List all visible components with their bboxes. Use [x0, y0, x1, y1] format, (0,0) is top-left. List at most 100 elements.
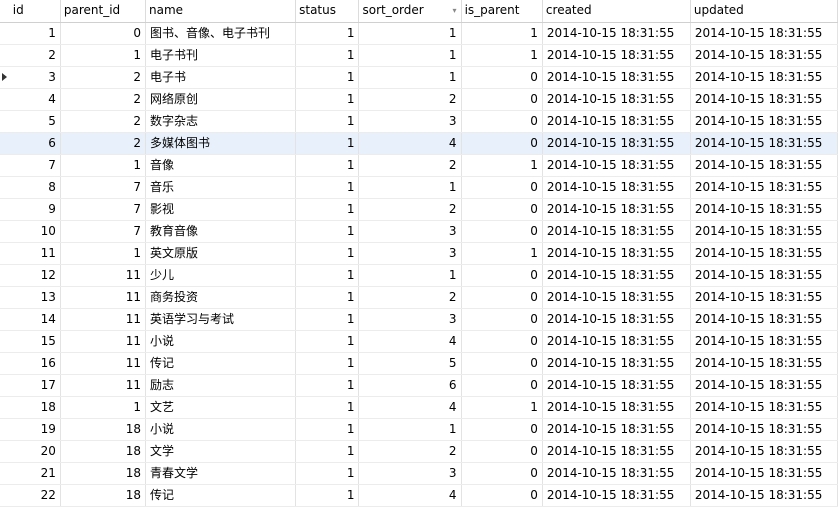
cell-sort-order[interactable]: 1: [358, 176, 462, 199]
cell-created[interactable]: 2014-10-15 18:31:55: [542, 242, 691, 265]
cell-status[interactable]: 1: [295, 88, 360, 111]
column-header-parent-id[interactable]: parent_id: [60, 0, 147, 23]
cell-id[interactable]: 3: [9, 66, 61, 89]
cell-status[interactable]: 1: [295, 154, 360, 177]
cell-is-parent[interactable]: 0: [461, 286, 543, 309]
row-marker-cell[interactable]: [0, 22, 10, 45]
cell-is-parent[interactable]: 0: [461, 220, 543, 243]
cell-id[interactable]: 7: [9, 154, 61, 177]
cell-updated[interactable]: 2014-10-15 18:31:55: [690, 44, 838, 67]
cell-is-parent[interactable]: 0: [461, 374, 543, 397]
cell-sort-order[interactable]: 2: [358, 198, 462, 221]
cell-sort-order[interactable]: 3: [358, 242, 462, 265]
cell-created[interactable]: 2014-10-15 18:31:55: [542, 374, 691, 397]
cell-id[interactable]: 10: [9, 220, 61, 243]
table-row[interactable]: 4 2 网络原创 1 2 0 2014-10-15 18:31:55 2014-10-15 1…: [0, 88, 838, 111]
cell-is-parent[interactable]: 0: [461, 352, 543, 375]
row-marker-cell[interactable]: [0, 418, 10, 441]
cell-parent-id[interactable]: 0: [60, 22, 147, 45]
cell-name[interactable]: 电子书刊: [145, 44, 297, 67]
cell-id[interactable]: 4: [9, 88, 61, 111]
cell-id[interactable]: 11: [9, 242, 61, 265]
cell-parent-id[interactable]: 11: [60, 352, 147, 375]
cell-status[interactable]: 1: [295, 66, 360, 89]
cell-is-parent[interactable]: 0: [461, 110, 543, 133]
cell-updated[interactable]: 2014-10-15 18:31:55: [690, 352, 838, 375]
cell-parent-id[interactable]: 11: [60, 330, 147, 353]
cell-is-parent[interactable]: 0: [461, 198, 543, 221]
row-marker-cell[interactable]: [0, 484, 10, 507]
cell-parent-id[interactable]: 18: [60, 484, 147, 507]
cell-is-parent[interactable]: 1: [461, 242, 543, 265]
cell-created[interactable]: 2014-10-15 18:31:55: [542, 110, 691, 133]
table-row[interactable]: 12 11 少儿 1 1 0 2014-10-15 18:31:55 2014-10-15 1…: [0, 264, 838, 287]
cell-sort-order[interactable]: 1: [358, 44, 462, 67]
cell-sort-order[interactable]: 2: [358, 88, 462, 111]
cell-name[interactable]: 多媒体图书: [145, 132, 297, 155]
cell-status[interactable]: 1: [295, 374, 360, 397]
cell-name[interactable]: 音乐: [145, 176, 297, 199]
cell-parent-id[interactable]: 18: [60, 418, 147, 441]
cell-name[interactable]: 文学: [145, 440, 297, 463]
column-header-name[interactable]: name: [145, 0, 297, 23]
cell-is-parent[interactable]: 1: [461, 44, 543, 67]
cell-updated[interactable]: 2014-10-15 18:31:55: [690, 440, 838, 463]
cell-created[interactable]: 2014-10-15 18:31:55: [542, 88, 691, 111]
cell-status[interactable]: 1: [295, 176, 360, 199]
row-marker-cell[interactable]: [0, 176, 10, 199]
cell-id[interactable]: 6: [9, 132, 61, 155]
cell-updated[interactable]: 2014-10-15 18:31:55: [690, 176, 838, 199]
cell-is-parent[interactable]: 1: [461, 154, 543, 177]
cell-name[interactable]: 教育音像: [145, 220, 297, 243]
cell-status[interactable]: 1: [295, 440, 360, 463]
cell-updated[interactable]: 2014-10-15 18:31:55: [690, 418, 838, 441]
cell-status[interactable]: 1: [295, 308, 360, 331]
cell-sort-order[interactable]: 4: [358, 484, 462, 507]
cell-status[interactable]: 1: [295, 242, 360, 265]
result-grid[interactable]: id parent_id name status sort_order ▾ is_…: [0, 0, 838, 509]
cell-is-parent[interactable]: 0: [461, 88, 543, 111]
cell-created[interactable]: 2014-10-15 18:31:55: [542, 286, 691, 309]
cell-is-parent[interactable]: 1: [461, 22, 543, 45]
cell-parent-id[interactable]: 1: [60, 242, 147, 265]
row-marker-cell[interactable]: [0, 352, 10, 375]
cell-is-parent[interactable]: 0: [461, 418, 543, 441]
cell-updated[interactable]: 2014-10-15 18:31:55: [690, 286, 838, 309]
table-row[interactable]: 21 18 青春文学 1 3 0 2014-10-15 18:31:55 2014-10-15…: [0, 462, 838, 485]
table-row[interactable]: 1 0 图书、音像、电子书刊 1 1 1 2014-10-15 18:31:55 2014-1…: [0, 22, 838, 45]
cell-created[interactable]: 2014-10-15 18:31:55: [542, 22, 691, 45]
table-row[interactable]: 15 11 小说 1 4 0 2014-10-15 18:31:55 2014-10-15 1…: [0, 330, 838, 353]
column-header-id[interactable]: id: [9, 0, 61, 23]
cell-id[interactable]: 20: [9, 440, 61, 463]
cell-parent-id[interactable]: 7: [60, 220, 147, 243]
cell-updated[interactable]: 2014-10-15 18:31:55: [690, 22, 838, 45]
cell-status[interactable]: 1: [295, 264, 360, 287]
cell-is-parent[interactable]: 0: [461, 462, 543, 485]
cell-is-parent[interactable]: 0: [461, 308, 543, 331]
cell-status[interactable]: 1: [295, 44, 360, 67]
cell-status[interactable]: 1: [295, 352, 360, 375]
row-marker-cell[interactable]: [0, 264, 10, 287]
cell-updated[interactable]: 2014-10-15 18:31:55: [690, 66, 838, 89]
cell-id[interactable]: 2: [9, 44, 61, 67]
cell-sort-order[interactable]: 3: [358, 110, 462, 133]
row-marker-cell[interactable]: [0, 88, 10, 111]
cell-parent-id[interactable]: 1: [60, 44, 147, 67]
cell-name[interactable]: 网络原创: [145, 88, 297, 111]
table-row[interactable]: 5 2 数字杂志 1 3 0 2014-10-15 18:31:55 2014-10-15 1…: [0, 110, 838, 133]
cell-status[interactable]: 1: [295, 462, 360, 485]
table-row[interactable]: 17 11 励志 1 6 0 2014-10-15 18:31:55 2014-10-15 1…: [0, 374, 838, 397]
cell-updated[interactable]: 2014-10-15 18:31:55: [690, 264, 838, 287]
cell-name[interactable]: 少儿: [145, 264, 297, 287]
row-marker-cell[interactable]: [0, 220, 10, 243]
cell-created[interactable]: 2014-10-15 18:31:55: [542, 462, 691, 485]
table-row[interactable]: 20 18 文学 1 2 0 2014-10-15 18:31:55 2014-10-15 1…: [0, 440, 838, 463]
row-marker-cell[interactable]: [0, 198, 10, 221]
cell-updated[interactable]: 2014-10-15 18:31:55: [690, 110, 838, 133]
cell-created[interactable]: 2014-10-15 18:31:55: [542, 352, 691, 375]
cell-name[interactable]: 传记: [145, 352, 297, 375]
cell-sort-order[interactable]: 5: [358, 352, 462, 375]
row-marker-cell[interactable]: [0, 44, 10, 67]
cell-is-parent[interactable]: 0: [461, 440, 543, 463]
cell-is-parent[interactable]: 0: [461, 330, 543, 353]
